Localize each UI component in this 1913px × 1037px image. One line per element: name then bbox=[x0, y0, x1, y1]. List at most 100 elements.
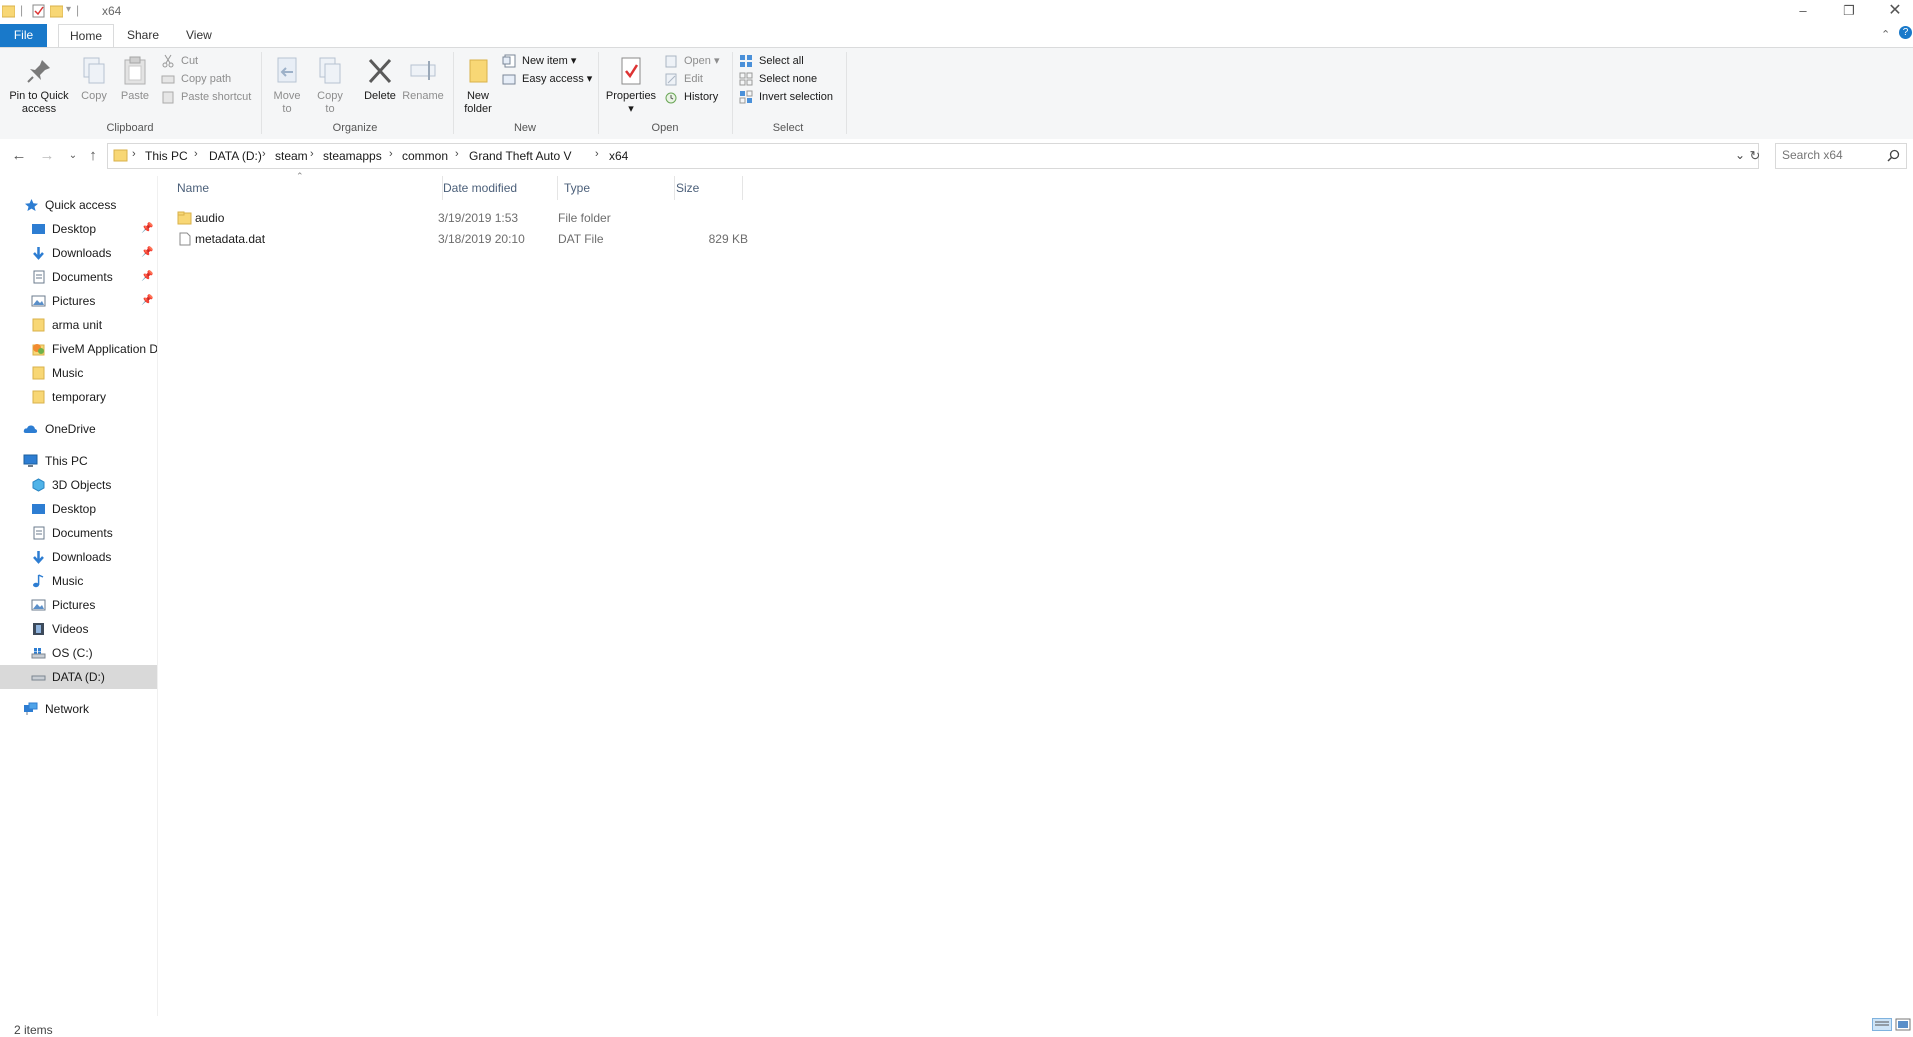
copy-button[interactable]: Copy bbox=[77, 56, 111, 103]
new-folder-button[interactable]: New folder bbox=[458, 56, 498, 116]
nav-quick-documents[interactable]: Documents 📌 bbox=[0, 265, 157, 289]
breadcrumb-data-d[interactable]: DATA (D:) bbox=[209, 149, 262, 163]
paste-button[interactable]: Paste bbox=[118, 56, 152, 103]
breadcrumb-separator[interactable]: › bbox=[455, 148, 459, 160]
back-arrow-icon[interactable]: ← bbox=[8, 146, 30, 166]
new-item-button[interactable]: New item ▾ bbox=[502, 52, 576, 70]
nav-quick-access[interactable]: Quick access bbox=[0, 193, 157, 217]
nav-network[interactable]: Network bbox=[0, 697, 157, 721]
up-arrow-icon[interactable]: ↑ bbox=[82, 146, 104, 166]
file-list: ⌃ Name Date modified Type Size audio 3/1… bbox=[160, 171, 1913, 1016]
breadcrumb-steam[interactable]: steam bbox=[275, 149, 308, 163]
nav-quick-music[interactable]: Music bbox=[0, 361, 157, 385]
nav-pc-data-d[interactable]: DATA (D:) bbox=[0, 665, 157, 689]
nav-pc-documents[interactable]: Documents bbox=[0, 521, 157, 545]
nav-this-pc[interactable]: This PC bbox=[0, 449, 157, 473]
copy-to-button[interactable]: Copy to bbox=[313, 56, 347, 116]
restore-button[interactable]: ❐ bbox=[1826, 0, 1872, 24]
file-row[interactable]: metadata.dat 3/18/2019 20:10 DAT File 82… bbox=[173, 229, 758, 249]
select-all-button[interactable]: Select all bbox=[739, 52, 804, 70]
history-button[interactable]: History bbox=[664, 88, 718, 106]
paste-shortcut-button[interactable]: Paste shortcut bbox=[161, 88, 251, 106]
tab-file[interactable]: File bbox=[0, 24, 47, 47]
tab-share[interactable]: Share bbox=[116, 24, 170, 47]
nav-quick-arma-unit[interactable]: arma unit bbox=[0, 313, 157, 337]
nav-pc-pictures[interactable]: Pictures bbox=[0, 593, 157, 617]
details-view-icon[interactable] bbox=[1872, 1018, 1892, 1031]
column-header-name[interactable]: Name bbox=[171, 176, 443, 200]
breadcrumb-separator[interactable]: › bbox=[194, 148, 198, 160]
properties-button[interactable]: Properties ▾ bbox=[603, 56, 659, 116]
window-title: x64 bbox=[102, 4, 122, 18]
search-box[interactable] bbox=[1775, 143, 1907, 169]
refresh-icon[interactable]: ↻ bbox=[1744, 146, 1766, 166]
search-icon[interactable] bbox=[1887, 149, 1900, 162]
invert-selection-label: Invert selection bbox=[759, 91, 833, 103]
breadcrumb-steamapps[interactable]: steamapps bbox=[323, 149, 382, 163]
quick-access-toolbar-dropdown[interactable]: ▾ bbox=[66, 4, 71, 15]
new-folder-icon[interactable] bbox=[50, 4, 63, 18]
nav-label: Videos bbox=[52, 622, 89, 636]
organize-group-label: Organize bbox=[332, 122, 378, 134]
breadcrumb-separator[interactable]: › bbox=[262, 148, 266, 160]
breadcrumb-gta-v[interactable]: Grand Theft Auto V bbox=[469, 149, 572, 163]
address-bar[interactable]: › This PC › DATA (D:) › steam › steamapp… bbox=[107, 143, 1759, 169]
pin-icon[interactable]: 📌 bbox=[141, 289, 153, 313]
tab-view[interactable]: View bbox=[175, 24, 223, 47]
pin-quick-access-button[interactable]: Pin to Quick access bbox=[4, 56, 74, 116]
recent-locations-chevron-icon[interactable]: ⌄ bbox=[62, 146, 84, 166]
folder-icon bbox=[177, 211, 192, 225]
forward-arrow-icon[interactable]: → bbox=[36, 146, 58, 166]
network-icon bbox=[24, 702, 38, 715]
select-none-button[interactable]: Select none bbox=[739, 70, 817, 88]
help-icon[interactable]: ? bbox=[1899, 26, 1912, 39]
nav-quick-fivem[interactable]: FiveM Application Data bbox=[0, 337, 157, 361]
rename-button[interactable]: Rename bbox=[401, 56, 445, 103]
tab-home[interactable]: Home bbox=[58, 24, 115, 49]
pin-icon[interactable]: 📌 bbox=[141, 265, 153, 289]
nav-label: FiveM Application Data bbox=[52, 342, 157, 356]
file-row[interactable]: audio 3/19/2019 1:53 File folder bbox=[173, 208, 758, 228]
breadcrumb-separator[interactable]: › bbox=[310, 148, 314, 160]
nav-pc-desktop[interactable]: Desktop bbox=[0, 497, 157, 521]
breadcrumb-x64[interactable]: x64 bbox=[609, 149, 628, 163]
edit-button[interactable]: Edit bbox=[664, 70, 703, 88]
cut-button[interactable]: Cut bbox=[161, 52, 198, 70]
minimize-ribbon-icon[interactable]: ⌃ bbox=[1881, 28, 1890, 41]
delete-button[interactable]: Delete bbox=[360, 56, 400, 103]
column-header-date[interactable]: Date modified bbox=[437, 176, 558, 200]
nav-quick-pictures[interactable]: Pictures 📌 bbox=[0, 289, 157, 313]
nav-onedrive[interactable]: OneDrive bbox=[0, 417, 157, 441]
nav-quick-downloads[interactable]: Downloads 📌 bbox=[0, 241, 157, 265]
properties-icon[interactable] bbox=[32, 4, 45, 18]
nav-quick-temporary[interactable]: temporary bbox=[0, 385, 157, 409]
minimize-button[interactable]: – bbox=[1780, 0, 1826, 24]
easy-access-button[interactable]: Easy access ▾ bbox=[502, 70, 592, 88]
column-header-size[interactable]: Size bbox=[670, 176, 743, 200]
breadcrumb-this-pc[interactable]: This PC bbox=[145, 149, 188, 163]
pin-icon[interactable]: 📌 bbox=[141, 241, 153, 265]
pin-icon[interactable]: 📌 bbox=[141, 217, 153, 241]
search-input[interactable] bbox=[1782, 148, 1882, 162]
nav-label: Network bbox=[45, 702, 90, 716]
nav-pc-3d-objects[interactable]: 3D Objects bbox=[0, 473, 157, 497]
nav-pc-downloads[interactable]: Downloads bbox=[0, 545, 157, 569]
breadcrumb-common[interactable]: common bbox=[402, 149, 448, 163]
move-to-label: Move to bbox=[273, 90, 301, 115]
close-button[interactable]: ✕ bbox=[1872, 0, 1913, 24]
easy-access-label: Easy access bbox=[522, 73, 584, 85]
breadcrumb-separator[interactable]: › bbox=[132, 148, 136, 160]
open-button[interactable]: Open ▾ bbox=[664, 52, 720, 70]
nav-pc-music[interactable]: Music bbox=[0, 569, 157, 593]
large-icons-view-icon[interactable] bbox=[1895, 1018, 1911, 1031]
column-header-type[interactable]: Type bbox=[558, 176, 675, 200]
nav-pc-os-c[interactable]: OS (C:) bbox=[0, 641, 157, 665]
invert-selection-button[interactable]: Invert selection bbox=[739, 88, 833, 106]
nav-pc-videos[interactable]: Videos bbox=[0, 617, 157, 641]
copy-path-button[interactable]: Copy path bbox=[161, 70, 231, 88]
move-to-button[interactable]: Move to bbox=[270, 56, 304, 116]
nav-quick-desktop[interactable]: Desktop 📌 bbox=[0, 217, 157, 241]
item-count: 2 items bbox=[14, 1023, 53, 1037]
breadcrumb-separator[interactable]: › bbox=[595, 148, 599, 160]
breadcrumb-separator[interactable]: › bbox=[389, 148, 393, 160]
